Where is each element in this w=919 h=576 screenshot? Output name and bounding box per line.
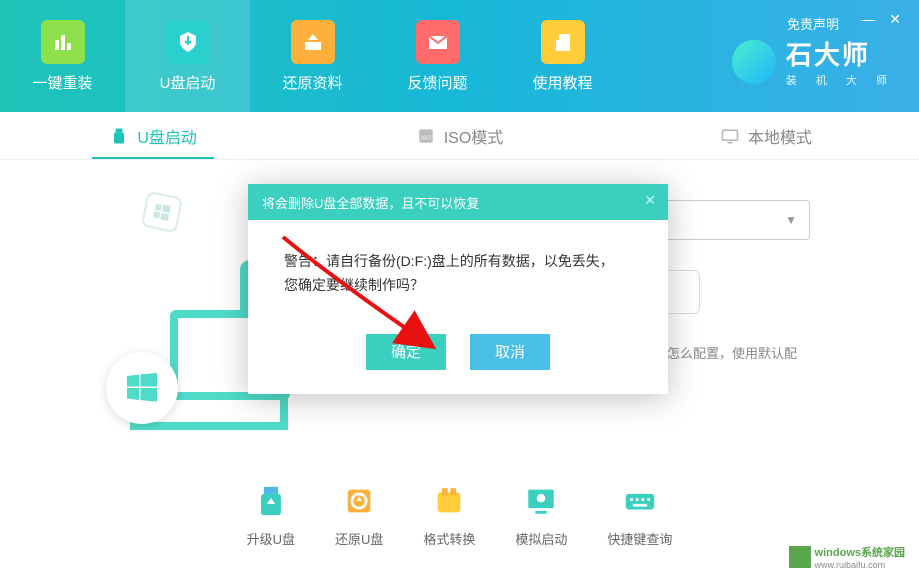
tool-format-convert[interactable]: 格式转换 xyxy=(423,483,475,548)
modal-close-button[interactable]: ✕ xyxy=(644,192,656,209)
watermark-title: windows系统家园 xyxy=(815,544,905,560)
brand-title: 石大师 xyxy=(786,35,895,72)
modal-line2: 您确定要继续制作吗？ xyxy=(284,274,632,298)
book-icon xyxy=(541,20,585,64)
watermark-url: www.ruibaifu.com xyxy=(815,560,905,570)
tab-label: 使用教程 xyxy=(532,72,592,93)
brand-logo-icon xyxy=(732,39,776,83)
convert-icon xyxy=(431,483,467,519)
mail-icon xyxy=(416,20,460,64)
windows-flag-icon xyxy=(124,370,160,406)
confirm-modal: 将会删除U盘全部数据，且不可以恢复 ✕ 警告：请自行备份(D:F:)盘上的所有数… xyxy=(248,184,668,394)
minimize-button[interactable]: — xyxy=(861,12,875,26)
tool-simulate-boot[interactable]: 模拟启动 xyxy=(515,483,567,548)
disclaimer-link[interactable]: 免责声明 xyxy=(787,14,839,33)
iso-icon: ISO xyxy=(416,126,436,146)
monitor-play-icon xyxy=(523,483,559,519)
tool-label: 格式转换 xyxy=(423,529,475,548)
tool-label: 模拟启动 xyxy=(515,529,567,548)
modal-line1: 警告：请自行备份(D:F:)盘上的所有数据，以免丢失， xyxy=(284,250,632,274)
subtab-usb[interactable]: U盘启动 xyxy=(0,112,306,159)
usb-icon xyxy=(109,126,129,146)
windows-circle xyxy=(106,352,178,424)
svg-text:ISO: ISO xyxy=(421,135,432,141)
windows-badge-icon xyxy=(141,191,184,234)
chevron-down-icon: ▼ xyxy=(785,213,797,227)
shield-icon xyxy=(166,20,210,64)
tab-restore[interactable]: 还原资料 xyxy=(250,0,375,112)
tab-feedback[interactable]: 反馈问题 xyxy=(375,0,500,112)
keyboard-icon xyxy=(622,483,658,519)
subtab-label: ISO模式 xyxy=(444,124,504,148)
monitor-icon xyxy=(720,126,740,146)
tool-upgrade-usb[interactable]: 升级U盘 xyxy=(247,483,295,548)
tab-label: 一键重装 xyxy=(32,72,92,93)
brand-subtitle: 装 机 大 师 xyxy=(786,72,895,88)
modal-title: 将会删除U盘全部数据，且不可以恢复 xyxy=(262,193,479,212)
modal-message: 警告：请自行备份(D:F:)盘上的所有数据，以免丢失， 您确定要继续制作吗？ xyxy=(284,250,632,298)
tab-label: 还原资料 xyxy=(282,72,342,93)
tab-label: U盘启动 xyxy=(160,72,216,93)
tab-tutorial[interactable]: 使用教程 xyxy=(500,0,625,112)
cable-illustration xyxy=(130,422,288,430)
subtab-label: 本地模式 xyxy=(748,124,812,148)
upload-icon xyxy=(291,20,335,64)
usb-up-icon xyxy=(253,483,289,519)
tab-usb-boot[interactable]: U盘启动 xyxy=(125,0,250,112)
subtab-local[interactable]: 本地模式 xyxy=(613,112,919,159)
bar-chart-icon xyxy=(41,20,85,64)
watermark: windows系统家园 www.ruibaifu.com xyxy=(789,544,905,570)
subtab-label: U盘启动 xyxy=(137,124,197,148)
brand-area: 石大师 装 机 大 师 xyxy=(732,35,895,88)
tab-reinstall[interactable]: 一键重装 xyxy=(0,0,125,112)
tab-label: 反馈问题 xyxy=(407,72,467,93)
modal-header: 将会删除U盘全部数据，且不可以恢复 ✕ xyxy=(248,184,668,220)
tool-label: 还原U盘 xyxy=(335,529,383,548)
windows-watermark-icon xyxy=(789,546,811,568)
tool-label: 升级U盘 xyxy=(247,529,295,548)
ok-button[interactable]: 确定 xyxy=(366,334,446,370)
cancel-button[interactable]: 取消 xyxy=(470,334,550,370)
tool-label: 快捷键查询 xyxy=(607,529,672,548)
tool-hotkey-query[interactable]: 快捷键查询 xyxy=(607,483,672,548)
subtab-iso[interactable]: ISO ISO模式 xyxy=(306,112,612,159)
tool-restore-usb[interactable]: 还原U盘 xyxy=(335,483,383,548)
close-button[interactable]: ✕ xyxy=(889,12,901,26)
restore-icon xyxy=(341,483,377,519)
